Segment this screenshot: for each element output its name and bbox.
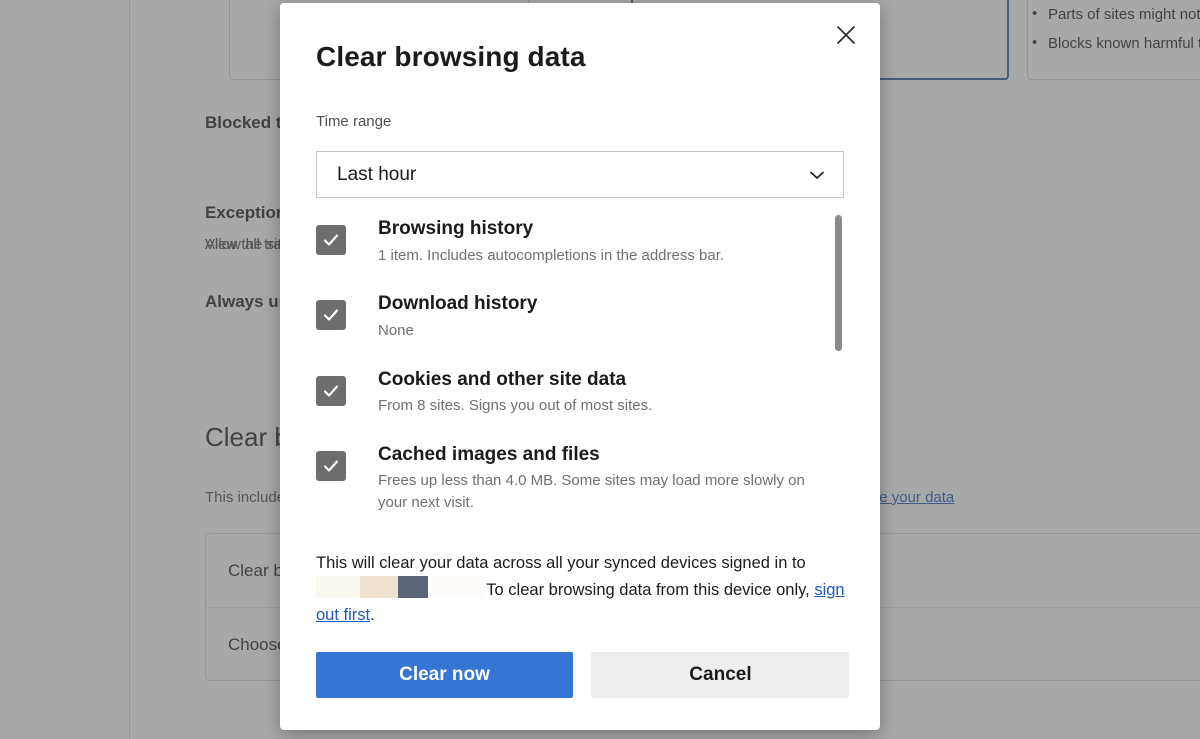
option-browsing-history[interactable]: Browsing history 1 item. Includes autoco… (316, 215, 844, 266)
redacted-account-block-3 (398, 576, 428, 599)
option-description: Frees up less than 4.0 MB. Some sites ma… (378, 472, 805, 512)
sync-warning-part2: To clear browsing data from this device … (486, 581, 810, 600)
dialog-actions: Clear now Cancel (316, 652, 850, 698)
options-scrollbar[interactable] (831, 215, 845, 351)
checkbox-download-history[interactable] (316, 300, 346, 331)
option-label: Browsing history (378, 218, 534, 239)
option-description: 1 item. Includes autocompletions in the … (378, 246, 725, 264)
cancel-button[interactable]: Cancel (591, 652, 850, 698)
option-description: From 8 sites. Signs you out of most site… (378, 397, 653, 415)
data-type-options-list: Browsing history 1 item. Includes autoco… (316, 215, 844, 535)
checkbox-browsing-history[interactable] (316, 225, 346, 255)
checkbox-cached-images-and-files[interactable] (316, 450, 346, 481)
option-label: Cookies and other site data (378, 368, 627, 390)
time-range-select[interactable]: Last hour (316, 151, 844, 198)
redacted-account-block-2 (360, 576, 398, 599)
redacted-account-block-4 (428, 576, 482, 599)
chevron-down-icon (791, 164, 843, 186)
checkbox-cookies-and-site-data[interactable] (316, 375, 346, 406)
option-cookies-and-site-data[interactable]: Cookies and other site data From 8 sites… (316, 366, 844, 417)
close-icon[interactable] (826, 15, 866, 55)
redacted-account-block-1 (316, 576, 360, 599)
option-description: None (378, 321, 414, 339)
dialog-title: Clear browsing data (316, 41, 586, 72)
option-label: Download history (378, 293, 538, 315)
time-range-value: Last hour (337, 163, 417, 185)
option-download-history[interactable]: Download history None (316, 290, 844, 341)
sync-warning-part3: . (370, 606, 375, 625)
sync-warning-text: This will clear your data across all you… (316, 551, 846, 628)
clear-browsing-data-dialog: Clear browsing data Time range Last hour… (280, 3, 880, 730)
time-range-label: Time range (316, 113, 392, 130)
option-label: Cached images and files (378, 443, 600, 465)
clear-now-button[interactable]: Clear now (316, 652, 573, 698)
option-cached-images-and-files[interactable]: Cached images and files Frees up less th… (316, 441, 844, 514)
sync-warning-part1: This will clear your data across all you… (316, 554, 806, 572)
options-scrollbar-thumb[interactable] (834, 215, 842, 351)
